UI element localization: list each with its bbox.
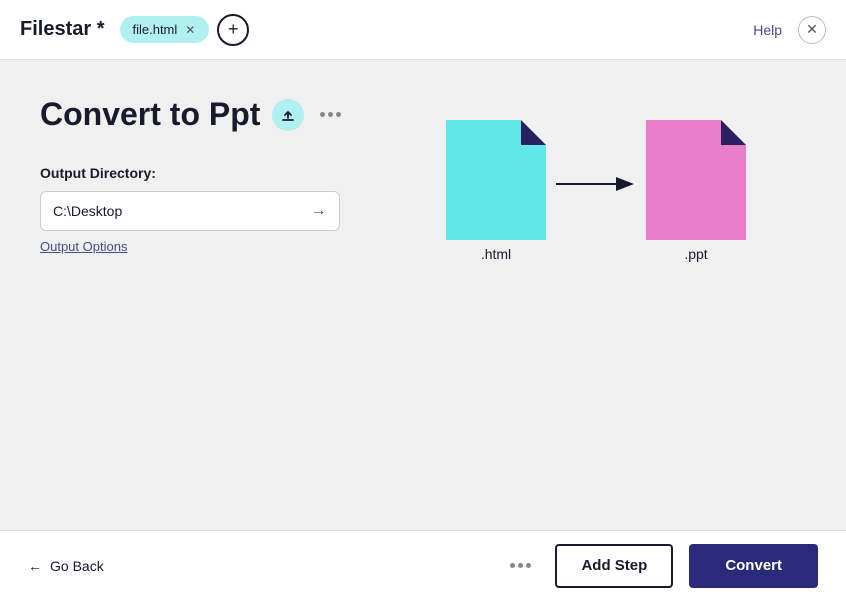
page-title: Convert to Ppt (40, 96, 260, 133)
tab-close-icon[interactable]: ✕ (183, 23, 197, 37)
add-step-label: Add Step (581, 557, 647, 574)
back-arrow-icon: ← (28, 558, 42, 574)
directory-input[interactable] (40, 191, 298, 231)
add-tab-button[interactable]: + (217, 14, 249, 46)
go-back-label: Go Back (50, 558, 104, 574)
bottom-right: Add Step Convert (502, 544, 818, 588)
convert-label: Convert (725, 557, 782, 574)
source-file-container: .html (446, 120, 546, 262)
source-file-label: .html (481, 246, 511, 262)
close-button[interactable]: ✕ (798, 16, 826, 44)
bottom-dot-1 (510, 563, 515, 568)
tab-label: file.html (132, 22, 177, 37)
directory-browse-button[interactable]: → (298, 191, 340, 231)
tab-bar: file.html ✕ + (120, 14, 249, 46)
header-right: Help ✕ (753, 16, 826, 44)
more-dot-2 (328, 112, 333, 117)
go-back-button[interactable]: ← Go Back (28, 558, 104, 574)
more-dot-1 (320, 112, 325, 117)
add-tab-icon: + (228, 19, 239, 40)
header-left: Filestar * file.html ✕ + (20, 14, 249, 46)
bottom-dot-3 (526, 563, 531, 568)
upload-icon (280, 107, 296, 123)
output-options-link[interactable]: Output Options (40, 239, 127, 254)
help-link[interactable]: Help (753, 22, 782, 38)
target-file-container: .ppt (646, 120, 746, 262)
target-file-label: .ppt (684, 246, 707, 262)
more-dot-3 (336, 112, 341, 117)
more-options-button[interactable] (316, 108, 345, 121)
upload-badge-button[interactable] (272, 99, 304, 131)
conversion-visual: .html .ppt (446, 120, 746, 262)
bottom-more-button[interactable] (502, 559, 539, 572)
arrow-right-icon: → (311, 202, 327, 220)
conversion-arrow-icon (556, 169, 636, 199)
close-icon: ✕ (806, 21, 818, 38)
app-title: Filestar * (20, 18, 104, 41)
source-file-icon (446, 120, 546, 240)
convert-button[interactable]: Convert (689, 544, 818, 588)
header: Filestar * file.html ✕ + Help ✕ (0, 0, 846, 60)
target-file-icon (646, 120, 746, 240)
bottom-bar: ← Go Back Add Step Convert (0, 530, 846, 600)
directory-input-row: → (40, 191, 340, 231)
main-content: Convert to Ppt Output Directory: → Outpu… (0, 60, 846, 530)
add-step-button[interactable]: Add Step (555, 544, 673, 588)
arrow-container (546, 169, 646, 199)
file-tab[interactable]: file.html ✕ (120, 16, 209, 43)
bottom-dot-2 (518, 563, 523, 568)
